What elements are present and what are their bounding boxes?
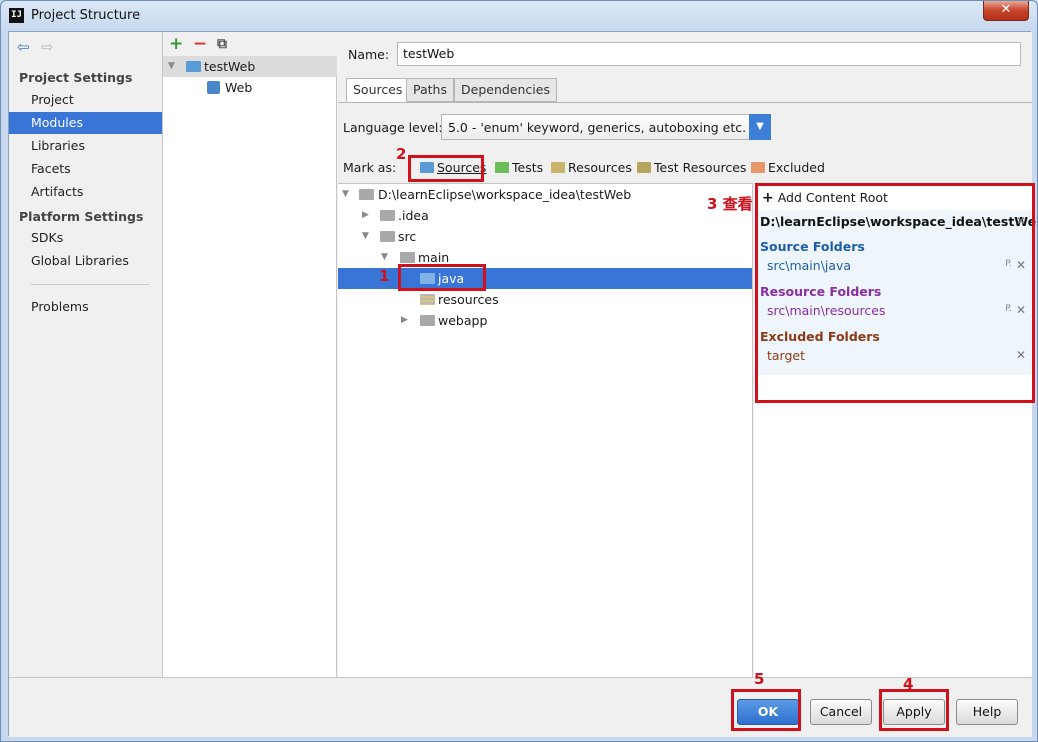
module-row-testweb[interactable]: ▼ testWeb (163, 56, 337, 77)
annotation-box-roots (755, 183, 1035, 403)
expand-triangle-icon[interactable]: ▼ (381, 247, 388, 268)
annotation-box-sources (408, 155, 484, 182)
annotation-box-apply (879, 689, 949, 731)
tab-dependencies[interactable]: Dependencies (454, 78, 557, 102)
module-tree-panel: + − ⧉ ▼ testWeb Web (163, 32, 337, 677)
resources-folder-icon (551, 162, 565, 173)
resources-folder-icon (420, 294, 435, 305)
expand-triangle-icon[interactable]: ▼ (362, 226, 369, 247)
sidebar-item-problems[interactable]: Problems (9, 296, 162, 318)
remove-icon[interactable]: − (193, 34, 207, 54)
sidebar-item-project[interactable]: Project (9, 89, 162, 111)
back-arrow-icon[interactable]: ⇦ (17, 38, 30, 56)
annotation-box-java (398, 264, 486, 291)
copy-icon[interactable]: ⧉ (217, 34, 227, 54)
web-facet-icon (207, 81, 220, 94)
platform-settings-heading: Platform Settings (19, 209, 144, 224)
intellij-icon: IJ (9, 8, 24, 23)
folder-icon (359, 189, 374, 200)
project-settings-heading: Project Settings (19, 70, 133, 85)
annotation-number-5: 5 (754, 670, 765, 688)
module-toolbar: + − ⧉ (163, 32, 337, 56)
sidebar-item-global-libraries[interactable]: Global Libraries (9, 250, 162, 272)
annotation-number-4: 4 (903, 675, 914, 693)
tree-row-root[interactable]: ▼ D:\learnEclipse\workspace_idea\testWeb (338, 184, 752, 205)
module-folder-icon (186, 61, 201, 72)
mark-as-label: Mark as: (343, 160, 397, 175)
add-icon[interactable]: + (169, 34, 183, 54)
sidebar-item-facets[interactable]: Facets (9, 158, 162, 180)
project-structure-window: IJ Project Structure ✕ ⇦ ⇨ Project Setti… (0, 0, 1038, 742)
sidebar-item-artifacts[interactable]: Artifacts (9, 181, 162, 203)
tree-row-idea[interactable]: ▶ .idea (338, 205, 752, 226)
collapsed-triangle-icon[interactable]: ▶ (362, 205, 369, 226)
mark-as-excluded-button[interactable]: Excluded (751, 160, 825, 175)
help-button[interactable]: Help (956, 699, 1018, 725)
name-label: Name: (348, 47, 390, 62)
annotation-number-1: 1 (379, 267, 390, 285)
sidebar-divider (31, 284, 149, 285)
excluded-folder-icon (751, 162, 765, 173)
module-label: testWeb (204, 59, 256, 74)
language-level-label: Language level: (343, 120, 443, 135)
forward-arrow-icon[interactable]: ⇨ (41, 38, 54, 56)
tab-divider (338, 102, 1032, 103)
mark-as-resources-button[interactable]: Resources (551, 160, 632, 175)
facet-row-web[interactable]: Web (163, 77, 337, 98)
annotation-number-2: 2 (396, 145, 407, 163)
tab-paths[interactable]: Paths (406, 78, 454, 102)
title-bar: IJ Project Structure ✕ (1, 1, 1037, 31)
annotation-number-3: 3 查看 (707, 195, 753, 213)
test-resources-folder-icon (637, 162, 651, 173)
sidebar-item-modules[interactable]: Modules (9, 112, 162, 134)
close-button[interactable]: ✕ (983, 1, 1029, 21)
language-level-value: 5.0 - 'enum' keyword, generics, autoboxi… (448, 120, 747, 135)
sidebar-item-sdks[interactable]: SDKs (9, 227, 162, 249)
mark-as-test-resources-button[interactable]: Test Resources (637, 160, 746, 175)
chevron-down-icon[interactable]: ▼ (749, 114, 771, 140)
tree-row-src[interactable]: ▼ src (338, 226, 752, 247)
settings-sidebar: ⇦ ⇨ Project Settings Project Modules Lib… (9, 32, 163, 677)
content-root-tree: ▼ D:\learnEclipse\workspace_idea\testWeb… (338, 183, 753, 677)
folder-icon (420, 315, 435, 326)
annotation-box-ok (731, 689, 801, 731)
collapsed-triangle-icon[interactable]: ▶ (401, 310, 408, 331)
tests-folder-icon (495, 162, 509, 173)
tab-sources[interactable]: Sources (346, 78, 410, 102)
folder-icon (400, 252, 415, 263)
language-level-select[interactable]: 5.0 - 'enum' keyword, generics, autoboxi… (441, 114, 771, 140)
expand-triangle-icon[interactable]: ▼ (168, 56, 175, 77)
folder-icon (380, 231, 395, 242)
cancel-button[interactable]: Cancel (810, 699, 872, 725)
expand-triangle-icon[interactable]: ▼ (342, 184, 349, 205)
facet-label: Web (225, 80, 253, 95)
sidebar-item-libraries[interactable]: Libraries (9, 135, 162, 157)
module-name-field[interactable]: testWeb (397, 42, 1021, 66)
tree-row-resources[interactable]: resources (338, 289, 752, 310)
mark-as-tests-button[interactable]: Tests (495, 160, 543, 175)
tree-row-webapp[interactable]: ▶ webapp (338, 310, 752, 331)
window-title: Project Structure (31, 8, 141, 23)
folder-icon (380, 210, 395, 221)
